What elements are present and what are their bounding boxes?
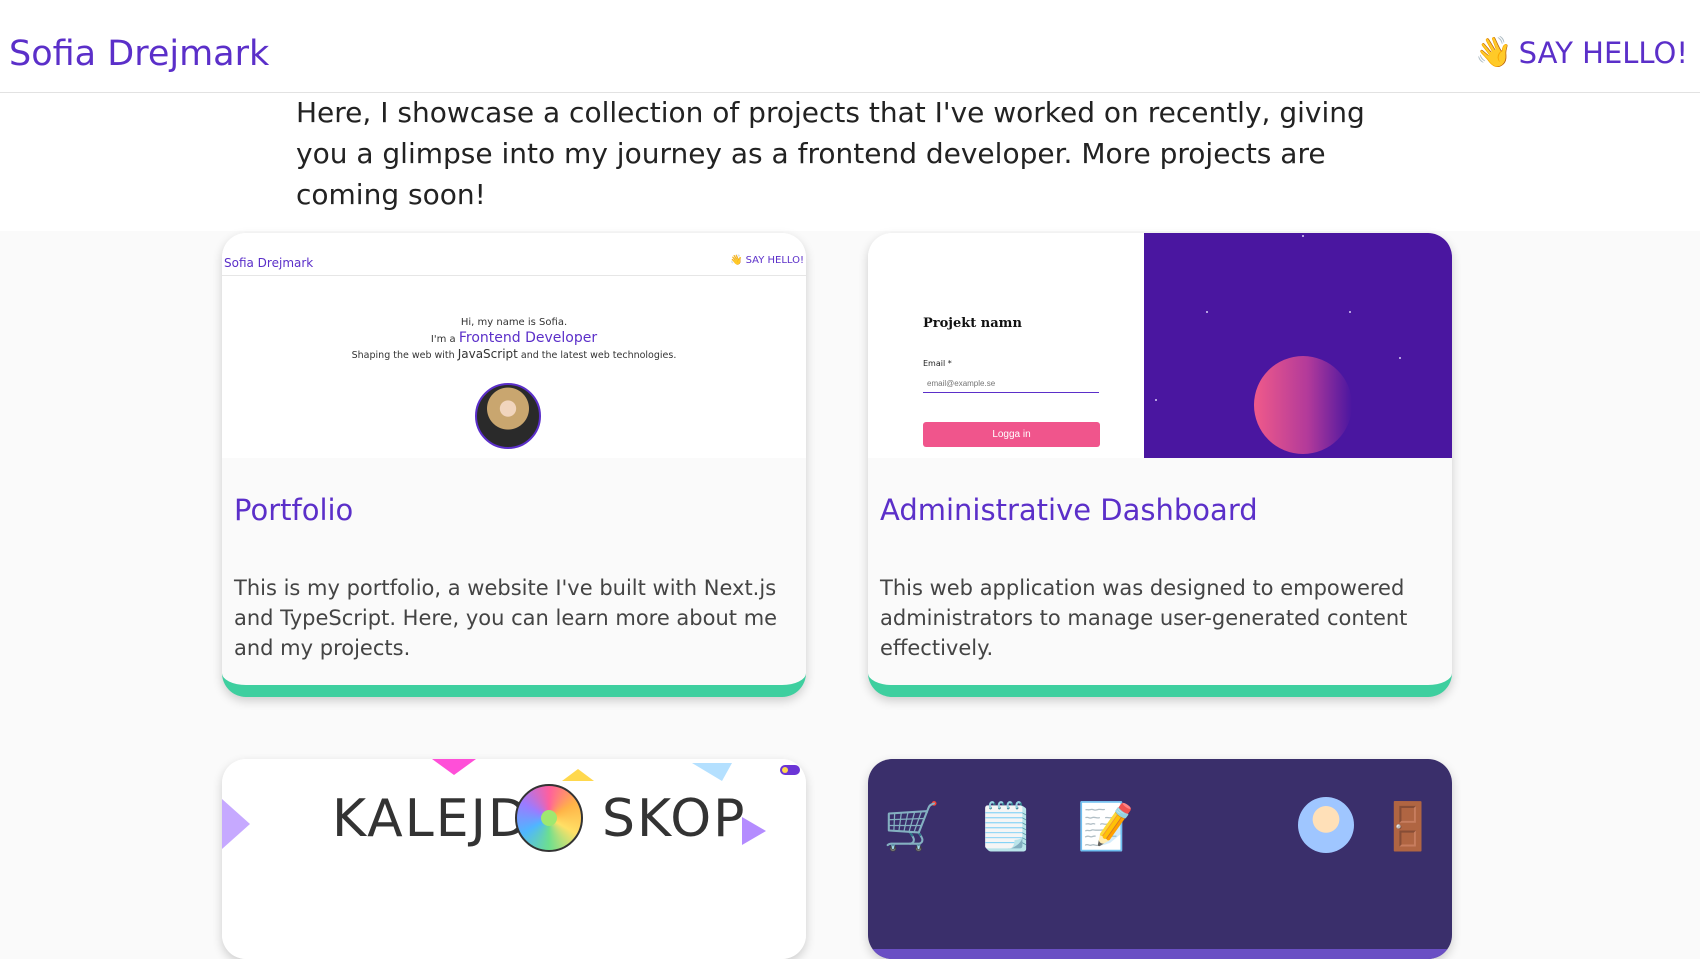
todo-note-icon: 🗒️ [977,799,1035,853]
star [1155,399,1157,401]
confetti-shape [432,759,476,775]
star [1349,311,1351,313]
thumb-login-button: Logga in [923,422,1100,447]
user-avatar-icon [1298,797,1354,853]
thumb-hero-text: Hi, my name is Sofia. I'm a Frontend Dev… [222,317,806,361]
shopping-cart-heart-icon: 🛒 [883,799,941,853]
confetti-shape [692,763,732,781]
thumb-say-hello: 👋 SAY HELLO! [729,255,804,266]
star [1302,235,1304,237]
project-card-todo[interactable]: 🛒 🗒️ 📝 🚪 [868,759,1452,959]
thumb-role-line: I'm a Frontend Developer [222,330,806,346]
project-title: Portfolio [234,493,354,527]
kaleidoscope-wheel-icon [515,784,583,852]
thumb-role: Frontend Developer [458,330,598,346]
confetti-shape [222,799,250,849]
login-panel: Projekt namn Email * Logga in [868,233,1144,458]
say-hello-label: SAY HELLO! [1518,35,1688,70]
confetti-shape [562,769,594,781]
thumb-role-prefix: I'm a [430,334,459,345]
todo-background [868,759,1452,959]
kalejdoskop-thumbnail: KALEJD SKOP [222,759,806,959]
dashboard-thumbnail: Projekt namn Email * Logga in [868,233,1452,458]
logo-text-right: SKOP [601,789,747,849]
thumb-avatar [475,383,541,449]
waving-hand-icon: 👋 [1475,35,1513,70]
projects-intro-text: Here, I showcase a collection of project… [296,96,1365,211]
thumb-tagline: Shaping the web with JavaScript and the … [222,347,806,361]
thumb-project-name: Projekt namn [923,316,1022,331]
theme-toggle-icon [780,765,800,775]
project-description: This is my portfolio, a website I've bui… [234,576,778,660]
thumb-tagline-js: JavaScript [457,347,518,361]
todo-bottom-bar [868,949,1452,959]
thumb-greeting: Hi, my name is Sofia. [460,317,568,328]
star [1399,357,1401,359]
todo-thumbnail: 🛒 🗒️ 📝 🚪 [868,759,1452,959]
thumb-brand: Sofia Drejmark [224,256,314,270]
thumb-tagline-b: and the latest web technologies. [517,350,677,361]
site-header: Sofia Drejmark 👋 SAY HELLO! [0,0,1700,93]
thumb-email-label: Email * [923,359,952,368]
planet [1254,356,1352,454]
space-illustration [1144,233,1452,458]
notepad-icon: 📝 [1077,799,1135,853]
logout-icon: 🚪 [1379,799,1437,853]
project-title: Administrative Dashboard [880,493,1258,527]
thumb-tagline-a: Shaping the web with [351,350,458,361]
thumb-header: Sofia Drejmark 👋 SAY HELLO! [222,233,806,276]
project-description: This web application was designed to emp… [880,576,1408,660]
logo-text-left: KALEJD [332,789,530,849]
portfolio-thumbnail: Sofia Drejmark 👋 SAY HELLO! Hi, my name … [222,233,806,458]
thumb-email-field [923,375,1099,393]
project-card-portfolio[interactable]: Sofia Drejmark 👋 SAY HELLO! Hi, my name … [222,233,806,697]
site-logo[interactable]: Sofia Drejmark [9,34,269,74]
say-hello-link[interactable]: 👋 SAY HELLO! [1475,35,1688,70]
star [1206,311,1208,313]
projects-intro-section: Here, I showcase a collection of project… [0,92,1700,231]
project-card-kalejdoskop[interactable]: KALEJD SKOP [222,759,806,959]
project-card-dashboard[interactable]: Projekt namn Email * Logga in Administra… [868,233,1452,697]
